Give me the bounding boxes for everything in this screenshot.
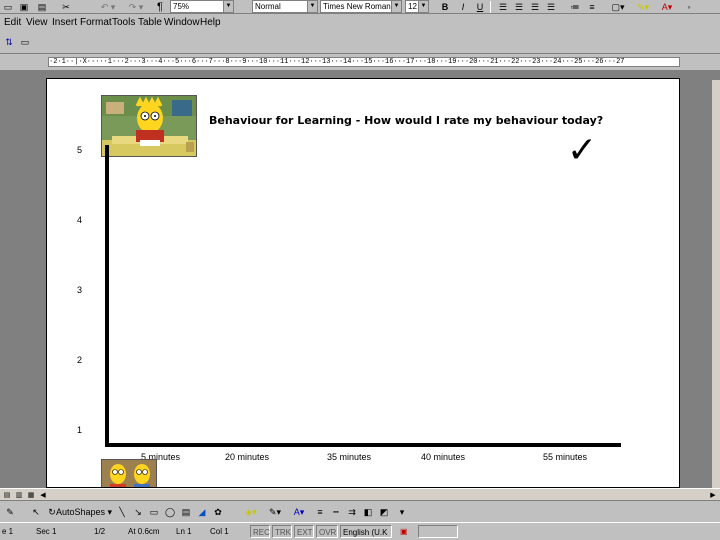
- justify-icon[interactable]: ☰: [544, 1, 558, 13]
- cartoon-characters-icon: [102, 460, 156, 487]
- align-center-icon[interactable]: ☰: [512, 1, 526, 13]
- status-rec[interactable]: REC: [250, 525, 270, 538]
- redo-icon[interactable]: ↷ ▾: [126, 1, 146, 13]
- autoshapes-menu[interactable]: AutoShapes ▾: [56, 506, 112, 518]
- status-bar: e 1 Sec 1 1/2 At 0.6cm Ln 1 Col 1 REC TR…: [0, 522, 720, 540]
- clipart-icon[interactable]: ✿: [212, 506, 224, 518]
- underline-button[interactable]: U: [475, 1, 485, 13]
- chevron-down-icon: ▼: [418, 1, 428, 12]
- draw-menu-icon[interactable]: ✎: [4, 506, 16, 518]
- x-tick-label: 35 minutes: [327, 452, 372, 462]
- x-tick-label: 55 minutes: [543, 452, 588, 462]
- scroll-right-icon[interactable]: ▶: [708, 489, 718, 501]
- dash-style-icon[interactable]: ┅: [330, 506, 342, 518]
- drawing-area-bars: ▤ ▥ ▦ ◀ ▶ ✎ ↖ ↻ AutoShapes ▾ ╲ ↘ ▭ ◯ ▤ ◢…: [0, 488, 720, 522]
- status-ovr[interactable]: OVR: [316, 525, 338, 538]
- ruler-scale[interactable]: ·2·1··|·X·····1···2···3···4···5···6···7·…: [48, 57, 680, 67]
- menu-bar: Edit View Insert Format Tools Table Wind…: [0, 15, 720, 31]
- menu-view[interactable]: View: [26, 17, 48, 28]
- chart-axes: [105, 145, 621, 447]
- line-tool-icon[interactable]: ╲: [116, 506, 128, 518]
- bullets-icon[interactable]: ≡: [585, 1, 599, 13]
- new-doc-icon[interactable]: ▭: [2, 1, 14, 13]
- web-layout-icon[interactable]: ▥: [14, 489, 24, 501]
- chevron-down-icon: ▼: [391, 1, 401, 12]
- menu-insert[interactable]: Insert: [52, 17, 77, 28]
- menu-window[interactable]: Window: [164, 17, 200, 28]
- font-size-select[interactable]: 12 ▼: [405, 0, 429, 13]
- oval-tool-icon[interactable]: ◯: [164, 506, 176, 518]
- status-pages: 1/2: [94, 527, 106, 536]
- x-tick-label: 20 minutes: [225, 452, 270, 462]
- wordart-icon[interactable]: ◢: [196, 506, 208, 518]
- rectangle-tool-icon[interactable]: ▭: [148, 506, 160, 518]
- vertical-scrollbar[interactable]: [712, 80, 720, 490]
- status-extra-panel: [418, 525, 458, 538]
- formatting-toolbar: ▭ ▣ ▤ ✂ ↶ ▾ ↷ ▾ ¶ 75% ▼ Normal ▼ Times New…: [0, 0, 720, 14]
- print-icon[interactable]: ▤: [36, 1, 48, 13]
- spelling-status-icon[interactable]: ▣: [398, 525, 412, 538]
- align-left-icon[interactable]: ☰: [496, 1, 510, 13]
- horizontal-scrollbar[interactable]: ▤ ▥ ▦ ◀ ▶: [0, 489, 720, 501]
- chevron-down-icon: ▼: [223, 1, 233, 12]
- web-toolbar-icon[interactable]: ▭: [19, 36, 31, 48]
- document-page[interactable]: Behaviour for Learning - How would I rat…: [46, 78, 680, 488]
- cut-icon[interactable]: ✂: [60, 1, 72, 13]
- fill-color-icon[interactable]: ◈▾: [240, 506, 262, 518]
- menu-tools[interactable]: Tools: [112, 17, 135, 28]
- scroll-left-icon[interactable]: ◀: [38, 489, 48, 501]
- bold-button[interactable]: B: [440, 1, 450, 13]
- status-section: Sec 1: [36, 527, 57, 536]
- status-at: At 0.6cm: [128, 527, 160, 536]
- shadow-icon[interactable]: ◧: [362, 506, 374, 518]
- font-select[interactable]: Times New Roman ▼: [320, 0, 402, 13]
- italic-button[interactable]: I: [458, 1, 468, 13]
- zoom-select[interactable]: 75% ▼: [170, 0, 234, 13]
- status-trk[interactable]: TRK: [272, 525, 292, 538]
- highlight-icon[interactable]: ✎▾: [632, 1, 654, 13]
- draw-font-color-icon[interactable]: A▾: [288, 506, 310, 518]
- horizontal-ruler: ·2·1··|·X·····1···2···3···4···5···6···7·…: [0, 55, 720, 69]
- status-column: Col 1: [210, 527, 229, 536]
- line-color-icon[interactable]: ✎▾: [264, 506, 286, 518]
- numbering-icon[interactable]: ≔: [568, 1, 582, 13]
- arrow-tool-icon[interactable]: ↘: [132, 506, 144, 518]
- font-color-icon[interactable]: A▾: [656, 1, 678, 13]
- status-ext[interactable]: EXT: [294, 525, 314, 538]
- align-right-icon[interactable]: ☰: [528, 1, 542, 13]
- menu-overflow-icon[interactable]: ◦: [682, 1, 696, 13]
- sort-icon[interactable]: ⇅: [3, 36, 15, 48]
- arrow-style-icon[interactable]: ⇉: [346, 506, 358, 518]
- status-line: Ln 1: [176, 527, 192, 536]
- style-select[interactable]: Normal ▼: [252, 0, 318, 13]
- toolbar-options-icon[interactable]: ▾: [396, 506, 408, 518]
- menu-edit[interactable]: Edit: [4, 17, 21, 28]
- save-icon[interactable]: ▣: [18, 1, 30, 13]
- undo-icon[interactable]: ↶ ▾: [98, 1, 118, 13]
- x-tick-label: 40 minutes: [421, 452, 466, 462]
- show-formatting-icon[interactable]: ¶: [155, 1, 165, 13]
- chevron-down-icon: ▼: [307, 1, 317, 12]
- menu-help[interactable]: Help: [200, 17, 221, 28]
- cartoon-characters-picture: [101, 459, 157, 487]
- 3d-icon[interactable]: ◩: [378, 506, 390, 518]
- textbox-tool-icon[interactable]: ▤: [180, 506, 192, 518]
- status-page: e 1: [2, 527, 14, 536]
- status-language[interactable]: English (U.K: [340, 525, 392, 538]
- select-objects-icon[interactable]: ↖: [30, 506, 42, 518]
- document-area: Behaviour for Learning - How would I rat…: [0, 70, 720, 488]
- secondary-toolbar: ⇅ ▭: [0, 32, 720, 54]
- borders-icon[interactable]: ▢▾: [608, 1, 628, 13]
- toolbar-separator: [490, 1, 491, 13]
- normal-view-icon[interactable]: ▤: [2, 489, 12, 501]
- drawing-toolbar: ✎ ↖ ↻ AutoShapes ▾ ╲ ↘ ▭ ◯ ▤ ◢ ✿ ◈▾ ✎▾ A…: [0, 502, 720, 522]
- print-layout-icon[interactable]: ▦: [26, 489, 36, 501]
- menu-format[interactable]: Format: [80, 17, 112, 28]
- line-style-icon[interactable]: ≡: [314, 506, 326, 518]
- menu-table[interactable]: Table: [138, 17, 162, 28]
